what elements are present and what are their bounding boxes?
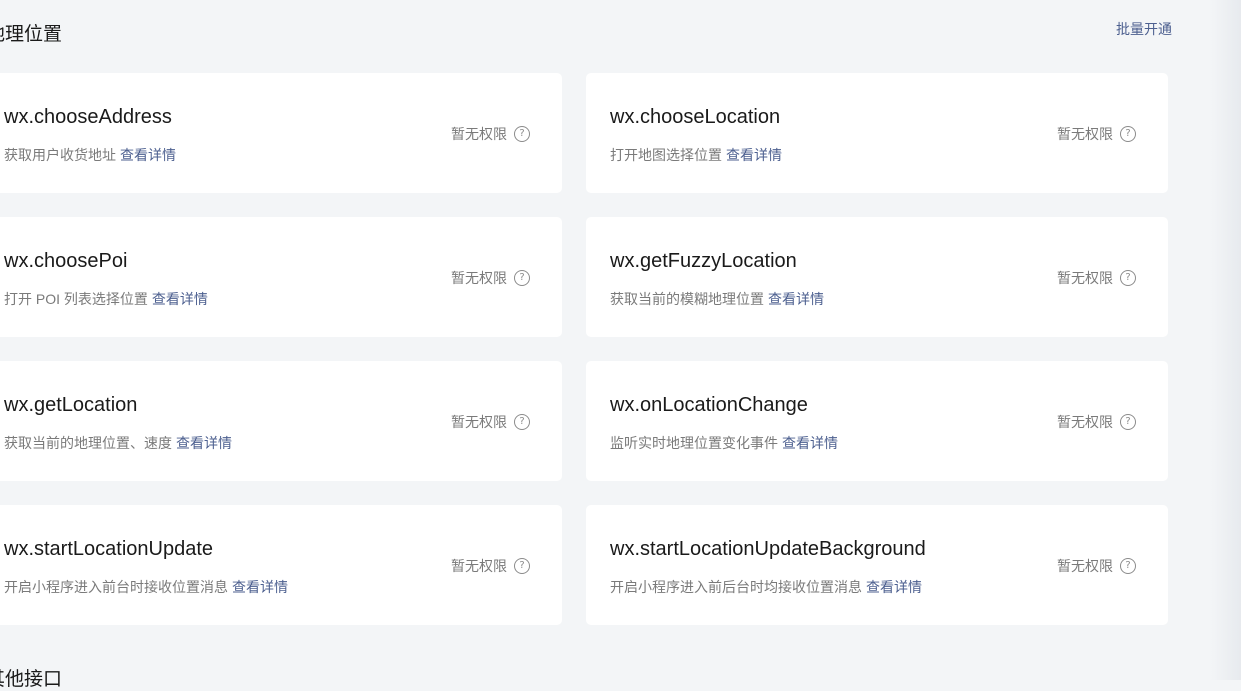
- api-name: wx.startLocationUpdate: [4, 538, 214, 560]
- api-card: wx.getFuzzyLocation 获取当前的模糊地理位置 查看详情 暂无权限…: [586, 217, 1168, 337]
- api-card: wx.startLocationUpdate 开启小程序进入前台时接收位置消息查…: [0, 505, 562, 625]
- batch-enable-link[interactable]: 批量开通: [1116, 19, 1172, 39]
- api-description: 打开地图选择位置 查看详情: [610, 145, 782, 165]
- permission-label: 暂无权限: [1057, 270, 1113, 286]
- api-description: 开启小程序进入前台时接收位置消息 查看详情: [4, 577, 288, 597]
- permission-label: 暂无权限: [1057, 126, 1113, 142]
- next-section-title: 其他接口: [0, 669, 63, 690]
- api-card: wx.chooseLocation 打开地图选择位置 查看详情 暂无权限 ?: [586, 73, 1168, 193]
- permission-status: 暂无权限 ?: [1057, 556, 1136, 576]
- api-description-text: 打开 POI 列表选择位置: [4, 291, 148, 307]
- view-details-link[interactable]: 查看详情: [176, 435, 232, 451]
- api-name: wx.choosePoi: [4, 250, 128, 272]
- permission-status: 暂无权限 ?: [451, 556, 530, 576]
- api-description: 开启小程序进入前后台时均接收位置消息 查看详情: [610, 577, 922, 597]
- api-description-text: 获取当前的地理位置、速度: [4, 435, 172, 451]
- api-card: wx.chooseAddress 获取用户收货地址 查看详情 暂无权限 ?: [0, 73, 562, 193]
- api-card: wx.choosePoi 打开 POI 列表选择位置 查看详情 暂无权限 ?: [0, 217, 562, 337]
- view-details-link[interactable]: 查看详情: [152, 291, 208, 307]
- api-name: wx.onLocationChange: [610, 394, 808, 416]
- question-circle-icon[interactable]: ?: [1120, 414, 1136, 430]
- view-details-link[interactable]: 查看详情: [782, 435, 838, 451]
- permission-label: 暂无权限: [451, 558, 507, 574]
- api-card: wx.startLocationUpdateBackground 开启小程序进入…: [586, 505, 1168, 625]
- permission-label: 暂无权限: [451, 414, 507, 430]
- permission-label: 暂无权限: [1057, 414, 1113, 430]
- question-circle-icon[interactable]: ?: [514, 414, 530, 430]
- api-description: 获取当前的地理位置、速度 查看详情: [4, 433, 232, 453]
- api-description-text: 获取当前的模糊地理位置: [610, 291, 764, 307]
- question-circle-icon[interactable]: ?: [1120, 126, 1136, 142]
- permission-status: 暂无权限 ?: [451, 412, 530, 432]
- permission-status: 暂无权限 ?: [451, 268, 530, 288]
- question-circle-icon[interactable]: ?: [514, 558, 530, 574]
- permission-label: 暂无权限: [451, 270, 507, 286]
- permission-status: 暂无权限 ?: [1057, 268, 1136, 288]
- view-details-link[interactable]: 查看详情: [232, 579, 288, 595]
- permission-label: 暂无权限: [451, 126, 507, 142]
- api-card: wx.onLocationChange 监听实时地理位置变化事件 查看详情 暂无权…: [586, 361, 1168, 481]
- api-description: 打开 POI 列表选择位置 查看详情: [4, 289, 208, 309]
- question-circle-icon[interactable]: ?: [514, 126, 530, 142]
- right-edge-shadow: [1211, 0, 1241, 680]
- permission-label: 暂无权限: [1057, 558, 1113, 574]
- view-details-link[interactable]: 查看详情: [768, 291, 824, 307]
- permission-status: 暂无权限 ?: [1057, 124, 1136, 144]
- section-title: 地理位置: [0, 24, 63, 45]
- question-circle-icon[interactable]: ?: [1120, 558, 1136, 574]
- api-name: wx.chooseAddress: [4, 106, 172, 128]
- api-description-text: 获取用户收货地址: [4, 147, 116, 163]
- question-circle-icon[interactable]: ?: [514, 270, 530, 286]
- question-circle-icon[interactable]: ?: [1120, 270, 1136, 286]
- api-name: wx.startLocationUpdateBackground: [610, 538, 926, 560]
- api-description-text: 打开地图选择位置: [610, 147, 722, 163]
- api-name: wx.chooseLocation: [610, 106, 781, 128]
- view-details-link[interactable]: 查看详情: [726, 147, 782, 163]
- api-card: wx.getLocation 获取当前的地理位置、速度 查看详情 暂无权限 ?: [0, 361, 562, 481]
- permission-status: 暂无权限 ?: [1057, 412, 1136, 432]
- api-description-text: 监听实时地理位置变化事件: [610, 435, 778, 451]
- view-details-link[interactable]: 查看详情: [866, 579, 922, 595]
- view-details-link[interactable]: 查看详情: [120, 147, 176, 163]
- api-description: 获取用户收货地址 查看详情: [4, 145, 176, 165]
- api-name: wx.getFuzzyLocation: [610, 250, 797, 272]
- api-name: wx.getLocation: [4, 394, 138, 416]
- permission-status: 暂无权限 ?: [451, 124, 530, 144]
- api-description-text: 开启小程序进入前后台时均接收位置消息: [610, 579, 862, 595]
- api-description: 获取当前的模糊地理位置 查看详情: [610, 289, 824, 309]
- api-description: 监听实时地理位置变化事件 查看详情: [610, 433, 838, 453]
- api-description-text: 开启小程序进入前台时接收位置消息: [4, 579, 228, 595]
